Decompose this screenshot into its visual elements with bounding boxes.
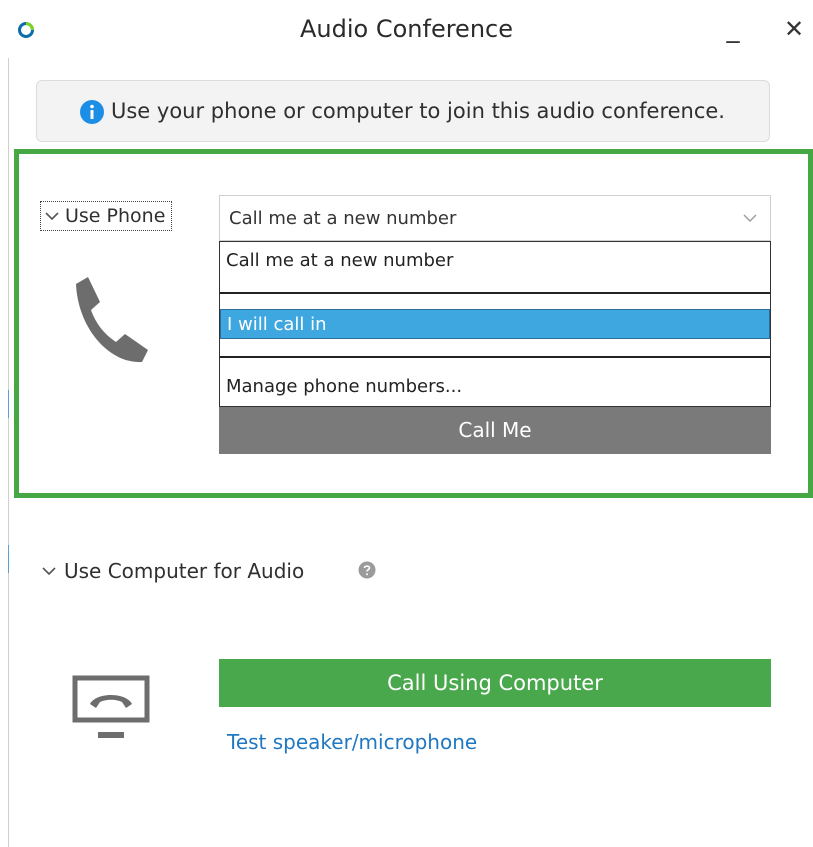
chevron-down-icon xyxy=(42,567,56,576)
test-speaker-link[interactable]: Test speaker/microphone xyxy=(227,730,477,754)
phone-handset-icon xyxy=(76,277,148,363)
title-bar: Audio Conference _ ✕ xyxy=(0,0,813,60)
minimize-button[interactable]: _ xyxy=(716,12,750,46)
use-phone-label: Use Phone xyxy=(65,205,166,227)
banner-text: Use your phone or computer to join this … xyxy=(111,99,725,123)
option-manage-numbers[interactable]: Manage phone numbers... xyxy=(220,372,770,402)
computer-audio-icon xyxy=(72,675,150,738)
phone-option-select[interactable]: Call me at a new number xyxy=(219,195,771,241)
edge-marker xyxy=(8,390,9,418)
edge-marker xyxy=(8,545,9,573)
call-me-button[interactable]: Call Me xyxy=(219,407,771,454)
help-icon[interactable] xyxy=(358,561,376,579)
info-icon xyxy=(80,100,104,124)
chevron-down-icon xyxy=(743,214,757,222)
window-left-edge xyxy=(8,58,9,847)
option-call-in[interactable]: I will call in xyxy=(220,309,770,339)
use-computer-toggle[interactable]: Use Computer for Audio xyxy=(42,559,304,583)
chevron-down-icon xyxy=(45,212,59,221)
window-title: Audio Conference xyxy=(300,15,513,43)
option-call-new-number[interactable]: Call me at a new number xyxy=(220,246,770,276)
call-using-computer-button[interactable]: Call Using Computer xyxy=(219,659,771,707)
use-phone-toggle[interactable]: Use Phone xyxy=(40,201,173,231)
use-computer-label: Use Computer for Audio xyxy=(64,559,305,583)
option-separator xyxy=(220,292,770,294)
phone-option-dropdown: Call me at a new number I will call in M… xyxy=(219,241,771,407)
info-banner: Use your phone or computer to join this … xyxy=(36,80,770,142)
close-button[interactable]: ✕ xyxy=(777,12,811,46)
option-separator xyxy=(220,356,770,358)
select-value: Call me at a new number xyxy=(229,208,457,229)
